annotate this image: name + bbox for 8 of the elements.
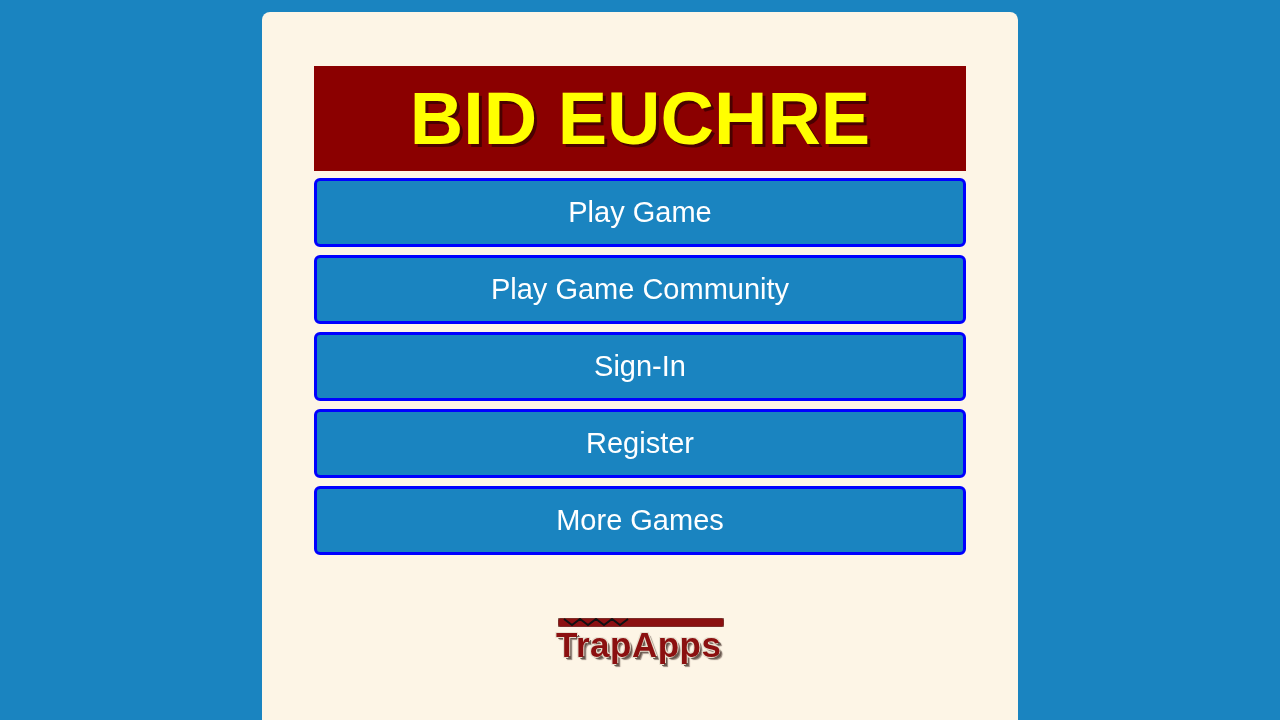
menu-button[interactable]: Play Game [314,178,966,247]
zigzag-bar-icon [558,618,724,627]
menu-button[interactable]: Sign-In [314,332,966,401]
menu-button[interactable]: More Games [314,486,966,555]
logo-text: TrapApps [556,627,722,663]
menu-button[interactable]: Register [314,409,966,478]
game-title: BID EUCHRE [314,66,966,171]
menu-button[interactable]: Play Game Community [314,255,966,324]
